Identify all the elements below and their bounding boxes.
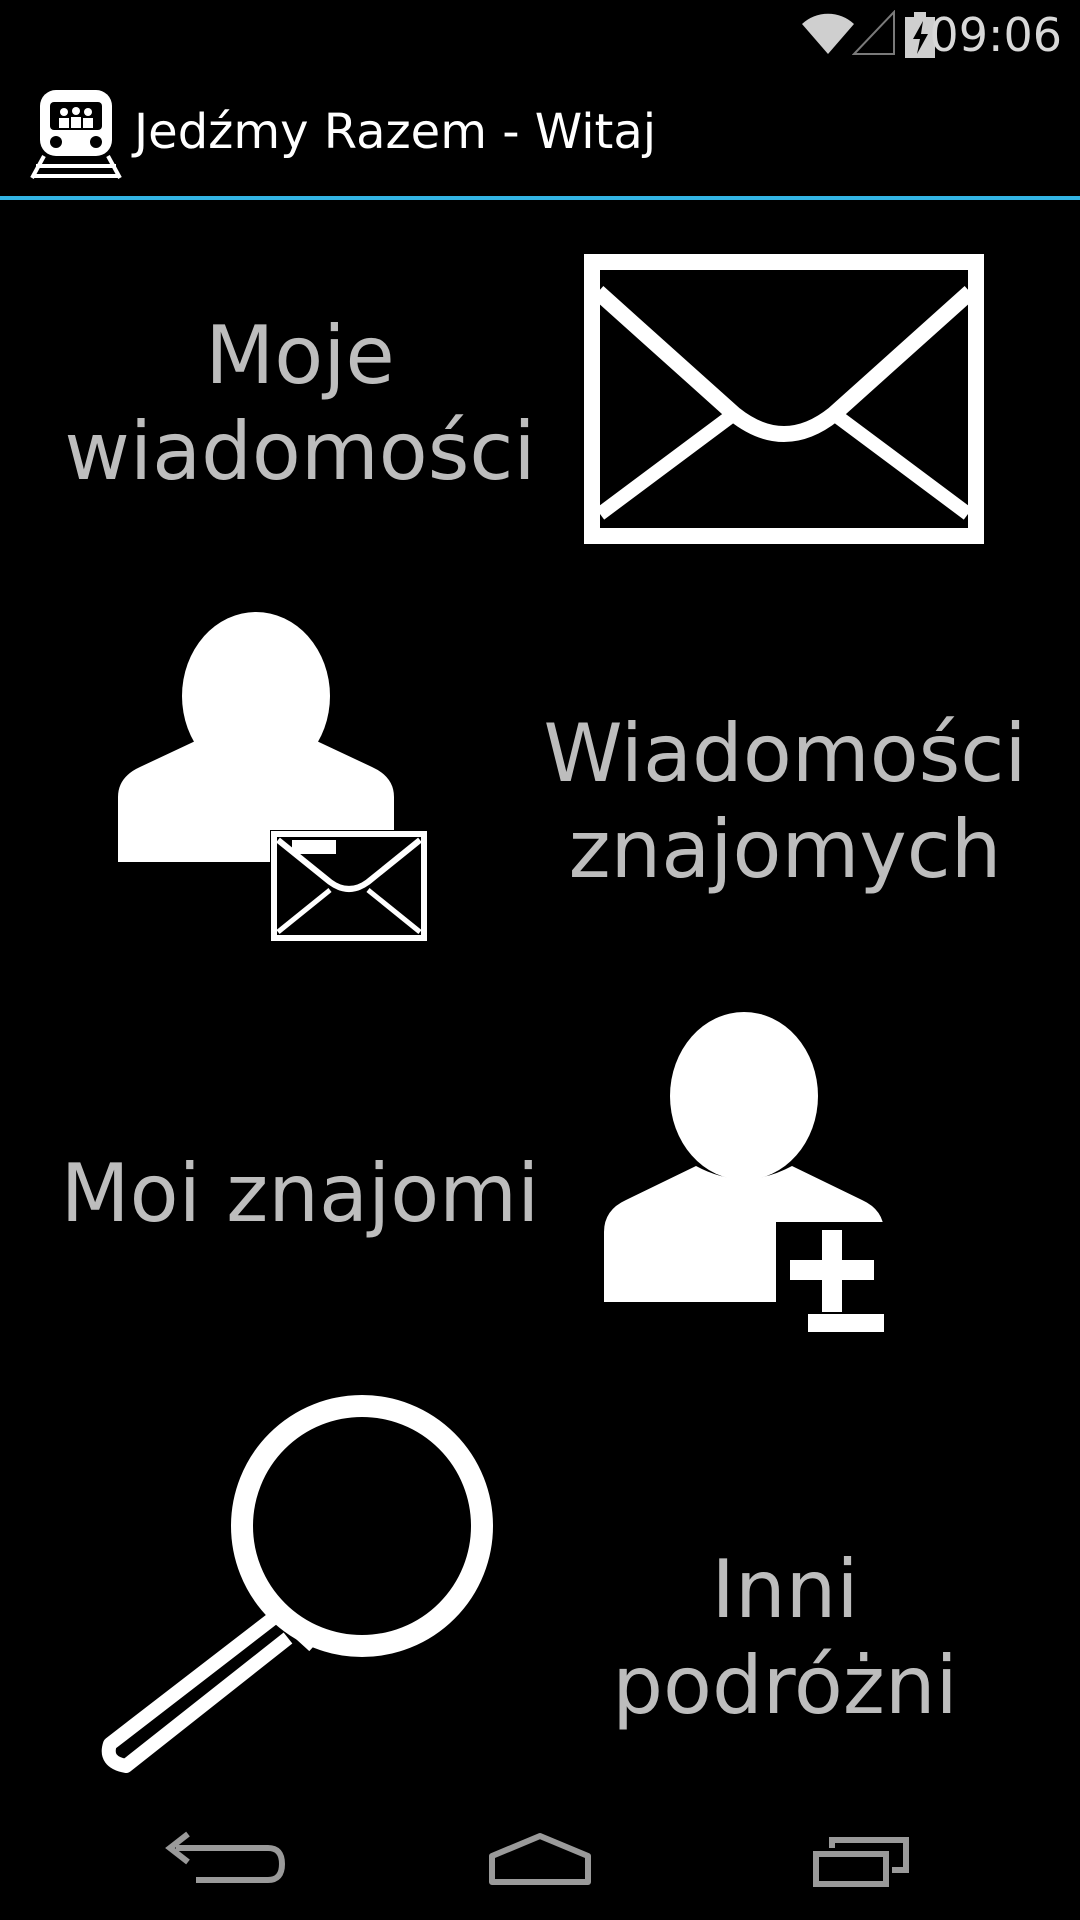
tile-other-travellers[interactable]: Inni podróżni [0, 1390, 1080, 1790]
envelope-icon [584, 254, 984, 544]
recent-apps-icon[interactable] [780, 1820, 940, 1900]
status-clock: 09:06 [929, 8, 1062, 62]
tile-label-line2: wiadomości [64, 405, 536, 498]
tile-my-messages[interactable]: Moje wiadomości [0, 220, 1080, 560]
page-title: Jedźmy Razem - Witaj [134, 104, 657, 160]
tile-my-messages-label: Moje wiadomości [30, 308, 570, 500]
wifi-icon [802, 13, 854, 55]
tile-label-line1: Moje [205, 309, 395, 402]
navigation-bar [0, 1800, 1080, 1920]
signal-icon [852, 10, 895, 55]
tile-friends-messages[interactable]: Wiadomości znajomych [0, 600, 1080, 980]
train-icon[interactable] [30, 88, 122, 180]
action-bar: Jedźmy Razem - Witaj [0, 72, 1080, 200]
home-icon[interactable] [460, 1820, 620, 1900]
status-bar: 09:06 [0, 0, 1080, 72]
user-mail-icon [118, 612, 428, 942]
tile-friends-messages-label: Wiadomości znajomych [530, 706, 1040, 898]
tile-label-line2: znajomych [568, 803, 1002, 896]
tile-label-line1: Wiadomości [543, 707, 1027, 800]
tile-other-travellers-label: Inni podróżni [612, 1543, 958, 1732]
tile-my-friends-label: Moi znajomi [60, 1147, 540, 1240]
back-icon[interactable] [140, 1820, 300, 1900]
tile-my-friends[interactable]: Moi znajomi [0, 1000, 1080, 1360]
search-icon [101, 1395, 493, 1773]
user-add-icon [604, 1012, 900, 1342]
